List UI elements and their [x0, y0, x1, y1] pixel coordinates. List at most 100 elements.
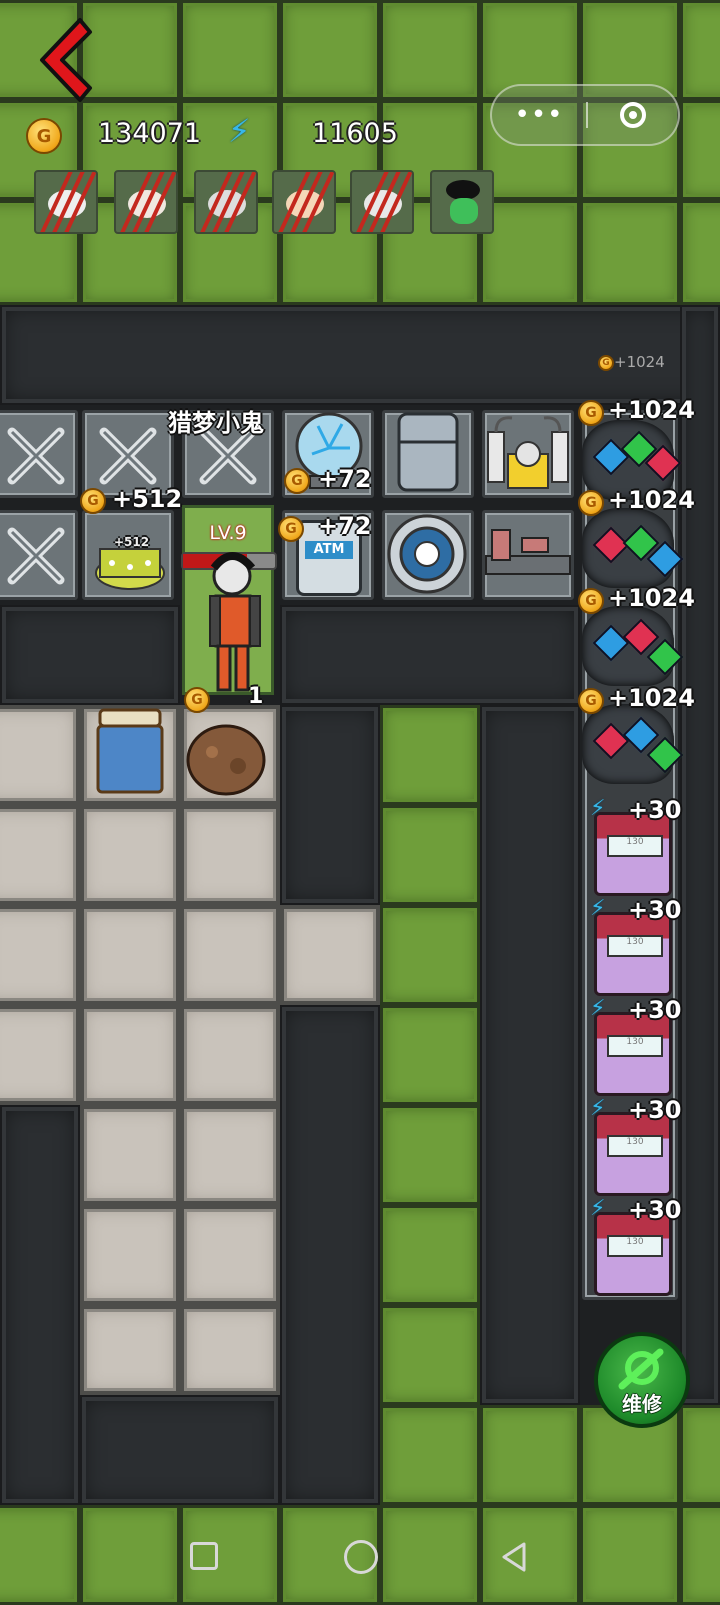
grass-tile [380, 0, 480, 100]
energy-bolt-icon: ⚡ [590, 896, 606, 921]
enemy-portrait-claw-monster-5[interactable] [350, 170, 414, 234]
enemy-portrait-claw-monster-1[interactable] [34, 170, 98, 234]
wall-tile [0, 305, 720, 405]
grass-tile [380, 905, 480, 1005]
coin-icon: G [184, 687, 210, 713]
wall-tile [280, 605, 580, 705]
faint-gold-gain: +1024 [614, 353, 665, 371]
level-label: LV.9 [209, 522, 247, 544]
rock-icon[interactable] [182, 712, 272, 800]
wrench-icon [99, 427, 157, 485]
enemy-portrait-green-ghost[interactable] [430, 170, 494, 234]
generator-icon[interactable] [482, 412, 574, 494]
machine-screen: 130 [607, 1135, 663, 1157]
floor-tile [0, 705, 80, 805]
arcade-machine[interactable]: 130 [594, 812, 672, 896]
energy-value: 11605 [312, 118, 398, 149]
floor-tile [180, 905, 280, 1005]
ore-gold-gain: +1024 [608, 584, 695, 612]
coin-icon: G [278, 516, 304, 542]
ore-gold-gain: +1024 [608, 396, 695, 424]
machine-energy-gain: +30 [628, 896, 682, 924]
bed-small-gain: +512 [114, 535, 150, 549]
floor-tile [0, 1005, 80, 1105]
grass-tile [280, 0, 380, 100]
arcade-machine[interactable]: 130 [594, 912, 672, 996]
vault-door-icon[interactable] [385, 512, 469, 596]
mini-program-capsule: ••• [490, 84, 680, 146]
machine-energy-gain: +30 [628, 1196, 682, 1224]
grass-tile [380, 1105, 480, 1205]
energy-icon: ⚡ [228, 112, 251, 150]
floor-tile [180, 805, 280, 905]
home-button[interactable] [344, 1540, 378, 1574]
energy-bolt-icon: ⚡ [590, 796, 606, 821]
arcade-machine[interactable]: 130 [594, 1012, 672, 1096]
floor-tile [80, 1205, 180, 1305]
enemy-portrait-claw-monster-2[interactable] [114, 170, 178, 234]
floor-tile [280, 905, 380, 1005]
coin-icon: G [578, 688, 604, 714]
energy-bolt-icon: ⚡ [590, 1096, 606, 1121]
grass-tile [480, 200, 580, 305]
gold-bed-icon[interactable] [92, 515, 168, 595]
coin-icon: G [578, 588, 604, 614]
grass-tile [580, 200, 680, 305]
coin-icon: G [80, 488, 106, 514]
floor-tile [80, 1005, 180, 1105]
energy-bolt-icon: ⚡ [590, 996, 606, 1021]
arcade-machine[interactable]: 130 [594, 1212, 672, 1296]
machine-screen: 130 [607, 935, 663, 957]
floor-tile [0, 905, 80, 1005]
grass-tile [680, 1405, 720, 1505]
grass-tile [380, 1405, 480, 1505]
recent-apps-button[interactable] [190, 1542, 218, 1570]
machine-energy-gain: +30 [628, 796, 682, 824]
coin-icon: G [284, 468, 310, 494]
ore-gold-gain: +1024 [608, 486, 695, 514]
fridge-icon[interactable] [395, 410, 461, 494]
grass-tile [380, 705, 480, 805]
floor-tile [80, 1105, 180, 1205]
machine-energy-gain: +30 [628, 996, 682, 1024]
floor-tile [180, 1205, 280, 1305]
floor-tile [0, 805, 80, 905]
repair-button[interactable]: 维修 [594, 1332, 690, 1428]
wall-tile [0, 605, 180, 705]
wall-tile [680, 305, 720, 1405]
arcade-machine[interactable]: 130 [594, 1112, 672, 1196]
bed-gold-gain: +512 [112, 485, 183, 513]
back-triangle-icon[interactable] [498, 1540, 528, 1574]
wrench-icon [7, 527, 65, 585]
floor-tile [180, 1305, 280, 1395]
atm-gold-gain: +72 [318, 512, 372, 540]
orb-gold-gain: +72 [318, 465, 372, 493]
close-miniprogram-button[interactable] [588, 86, 678, 144]
floor-tile [80, 805, 180, 905]
target-circle-icon [620, 102, 646, 128]
floor-tile [80, 905, 180, 1005]
more-menu-button[interactable]: ••• [492, 86, 586, 144]
bed-icon[interactable] [92, 706, 168, 798]
room-name: 猎梦小鬼 [168, 409, 264, 437]
atm-label: ATM [305, 541, 353, 559]
enemy-portrait-claw-monster-4[interactable] [272, 170, 336, 234]
enemy-portrait-claw-monster-3[interactable] [194, 170, 258, 234]
gold-coin-icon: G [26, 118, 62, 154]
grass-tile [680, 200, 720, 305]
system-nav-bar [0, 1512, 720, 1600]
wall-tile [480, 705, 580, 1405]
back-arrow-icon[interactable] [28, 14, 96, 106]
wall-tile [0, 1105, 80, 1505]
grass-tile [180, 0, 280, 100]
floor-tile [180, 1005, 280, 1105]
grass-tile [480, 1405, 580, 1505]
repair-button-label: 维修 [622, 1392, 662, 1416]
ghost-character-icon[interactable] [198, 548, 276, 698]
machine-screen: 130 [607, 1235, 663, 1257]
occupant-count: 1 [248, 684, 264, 709]
wall-tile [80, 1395, 280, 1505]
dumbbell-icon[interactable] [482, 520, 574, 590]
grass-tile [380, 1205, 480, 1305]
wrench-icon [7, 427, 65, 485]
